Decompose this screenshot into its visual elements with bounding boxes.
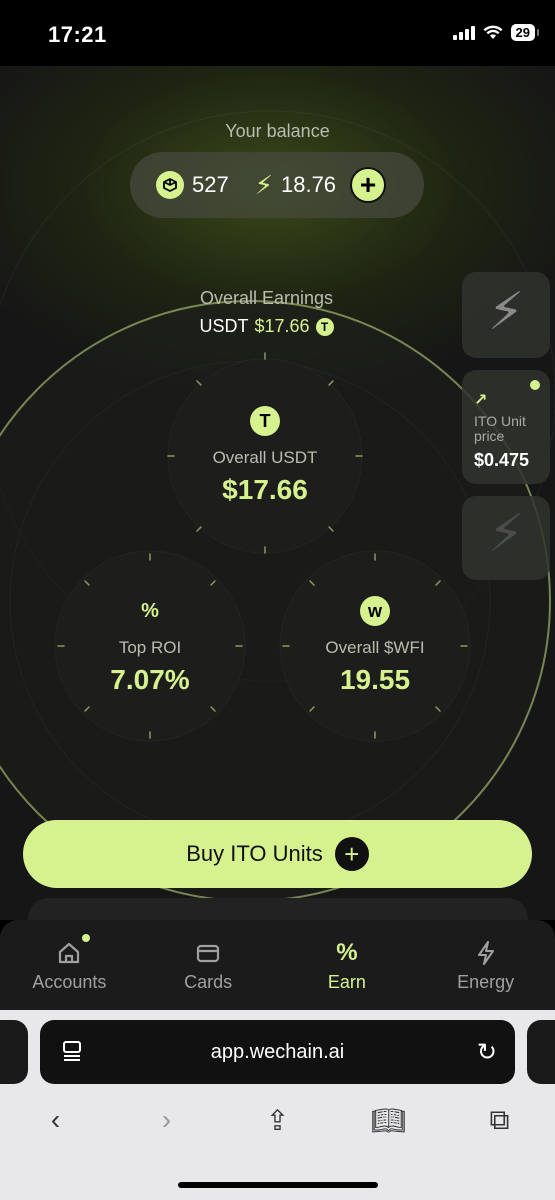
- overall-usdt-label: Overall USDT: [212, 448, 318, 467]
- next-card-peek: [28, 898, 528, 920]
- home-indicator: [178, 1182, 378, 1188]
- wfi-coin-icon: w: [360, 596, 390, 626]
- reload-icon[interactable]: ↻: [477, 1038, 497, 1067]
- ito-price-label: ITO Unit price: [474, 413, 526, 444]
- buy-ito-units-label: Buy ITO Units: [186, 841, 323, 866]
- ito-price-card[interactable]: ↗ ITO Unit price $0.475: [462, 370, 550, 484]
- earnings-amount: $17.66: [254, 316, 310, 336]
- status-icons: 29: [452, 24, 540, 41]
- overall-usdt-stat: T Overall USDT $17.66: [168, 406, 362, 506]
- energy-bolt-icon: ⚡︎: [254, 169, 273, 200]
- overall-earnings-label: Overall Earnings: [199, 288, 334, 308]
- buy-ito-units-button[interactable]: Buy ITO Units +: [23, 820, 532, 888]
- tether-icon: T: [315, 317, 334, 336]
- energy-side-card-2[interactable]: ⚡︎: [462, 496, 550, 580]
- percent-icon: %: [141, 599, 159, 622]
- tab-earn[interactable]: % Earn: [278, 920, 417, 1010]
- overall-wfi-value: 19.55: [339, 664, 411, 695]
- notification-dot: [530, 380, 540, 390]
- address-bar[interactable]: app.wechain.ai ↻: [40, 1020, 515, 1084]
- url-text: app.wechain.ai: [210, 1040, 345, 1063]
- tab-energy[interactable]: Energy: [416, 920, 555, 1010]
- forward-icon[interactable]: ›: [137, 1104, 197, 1136]
- tab-accounts[interactable]: Accounts: [0, 920, 139, 1010]
- earnings-currency: USDT: [199, 316, 249, 336]
- bolt-icon: ⚡︎: [487, 505, 525, 563]
- top-roi-stat: % Top ROI 7.07%: [55, 596, 245, 696]
- notification-dot: [82, 934, 90, 942]
- page-menu-icon[interactable]: [62, 1040, 84, 1062]
- tab-earn-label: Earn: [327, 972, 366, 992]
- bottom-tab-bar: Accounts Cards % Earn Energy: [0, 920, 555, 1010]
- tab-accounts-label: Accounts: [32, 972, 107, 992]
- status-time: 17:21: [48, 22, 107, 47]
- top-roi-label: Top ROI: [118, 638, 182, 657]
- earn-screen: Your balance 527 ⚡︎ 18.76 + Overall Earn…: [0, 66, 555, 920]
- share-icon[interactable]: ⇪: [248, 1104, 308, 1137]
- back-icon[interactable]: ‹: [26, 1104, 86, 1136]
- tab-cards[interactable]: Cards: [139, 920, 278, 1010]
- previous-tab-peek[interactable]: [0, 1020, 28, 1084]
- energy-side-card[interactable]: ⚡︎: [462, 272, 550, 358]
- status-bar: 17:21 29: [0, 0, 555, 66]
- add-balance-button[interactable]: +: [350, 167, 387, 203]
- bookmarks-icon[interactable]: 📖︎: [359, 1104, 419, 1137]
- ito-price-value: $0.475: [474, 450, 530, 470]
- home-icon: [59, 942, 80, 964]
- points-coin-icon: [156, 171, 184, 199]
- trend-up-icon: ↗: [474, 392, 488, 409]
- signal-icon: [452, 25, 475, 40]
- overall-usdt-value: $17.66: [222, 474, 308, 505]
- top-roi-value: 7.07%: [110, 664, 190, 695]
- bolt-icon: [477, 941, 494, 965]
- wifi-icon: [483, 25, 503, 39]
- points-balance: 527: [192, 172, 229, 197]
- tether-icon: T: [250, 406, 280, 436]
- battery-indicator: 29: [510, 24, 540, 41]
- plus-icon: +: [334, 837, 369, 871]
- browser-toolbar: ‹ › ⇪ 📖︎ ⧉: [0, 1100, 555, 1140]
- balance-label: Your balance: [225, 121, 330, 141]
- energy-balance: 18.76: [280, 172, 337, 197]
- tab-energy-label: Energy: [457, 972, 515, 992]
- next-tab-peek[interactable]: [527, 1020, 555, 1084]
- bolt-icon: ⚡︎: [487, 283, 525, 341]
- overall-wfi-label: Overall $WFI: [325, 638, 425, 657]
- tab-cards-label: Cards: [184, 972, 233, 992]
- card-icon: [197, 944, 220, 963]
- browser-chrome: app.wechain.ai ↻ ‹ › ⇪ 📖︎ ⧉: [0, 1010, 555, 1200]
- tabs-icon[interactable]: ⧉: [470, 1104, 530, 1137]
- balance-pill: 527 ⚡︎ 18.76 +: [130, 152, 424, 218]
- percent-icon: %: [336, 939, 358, 966]
- overall-earnings-summary: USDT $17.66 T: [0, 316, 533, 337]
- overall-wfi-stat: w Overall $WFI 19.55: [280, 596, 470, 696]
